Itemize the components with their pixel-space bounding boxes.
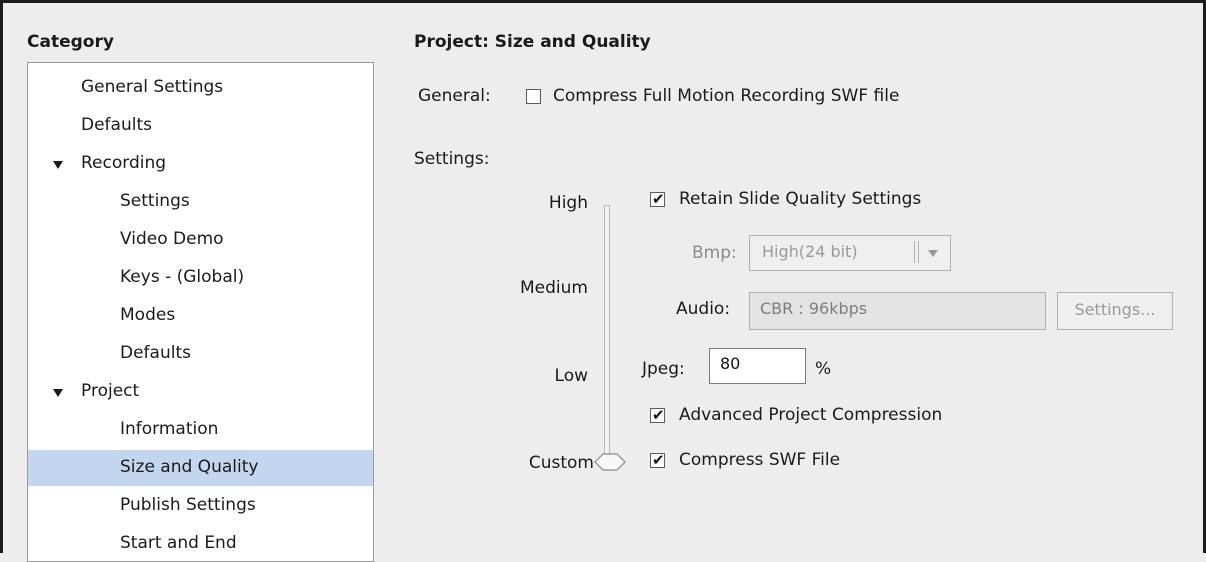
retain-slide-quality-checkbox[interactable]: ✔: [650, 190, 665, 208]
checkmark-icon: ✔: [652, 190, 665, 208]
bmp-select-value: High(24 bit): [762, 242, 858, 261]
quality-level-high: High: [548, 193, 588, 213]
tree-item-label: General Settings: [81, 77, 224, 97]
tree-item-information[interactable]: Information: [28, 412, 373, 448]
compress-full-motion-checkbox[interactable]: [526, 89, 541, 104]
expand-triangle-icon[interactable]: [53, 161, 63, 169]
quality-slider-thumb[interactable]: [594, 453, 626, 471]
tree-item-start-and-end[interactable]: Start and End: [28, 526, 373, 562]
window-frame-left: [0, 0, 3, 553]
quality-level-custom: Custom: [528, 453, 594, 473]
compress-swf-checkbox[interactable]: ✔: [650, 451, 665, 469]
quality-slider-track[interactable]: [604, 205, 610, 461]
checkmark-icon: ✔: [652, 406, 665, 424]
tree-item-label: Defaults: [81, 115, 152, 135]
tree-item-label: Publish Settings: [120, 495, 256, 515]
audio-field[interactable]: CBR : 96kbps: [749, 292, 1046, 330]
compress-full-motion-label[interactable]: Compress Full Motion Recording SWF file: [553, 86, 899, 106]
window-frame-top: [0, 0, 1206, 3]
tree-item-label: Defaults: [120, 343, 191, 363]
jpeg-quality-input[interactable]: 80: [709, 348, 806, 384]
tree-item-size-and-quality[interactable]: Size and Quality: [28, 450, 373, 486]
tree-item-publish-settings[interactable]: Publish Settings: [28, 488, 373, 524]
tree-item-defaults[interactable]: Defaults: [28, 336, 373, 372]
tree-item-label: Size and Quality: [120, 457, 259, 477]
tree-item-label: Project: [81, 381, 140, 401]
tree-item-keys-global[interactable]: Keys - (Global): [28, 260, 373, 296]
page-title: Project: Size and Quality: [414, 32, 651, 52]
tree-item-label: Recording: [81, 153, 167, 173]
general-label: General:: [418, 86, 491, 106]
checkmark-icon: ✔: [652, 451, 665, 469]
tree-item-label: Settings: [120, 191, 190, 211]
bmp-label: Bmp:: [692, 243, 737, 263]
audio-field-value: CBR : 96kbps: [760, 299, 868, 318]
tree-item-defaults[interactable]: Defaults: [28, 108, 373, 144]
category-tree[interactable]: General Settings Defaults Recording Setting…: [27, 62, 374, 562]
tree-item-label: Modes: [120, 305, 176, 325]
audio-settings-button[interactable]: Settings...: [1057, 292, 1173, 330]
tree-item-label: Information: [120, 419, 219, 439]
jpeg-unit: %: [815, 359, 832, 379]
tree-item-recording[interactable]: Recording: [28, 146, 373, 182]
chevron-down-icon: [928, 250, 938, 257]
tree-item-settings[interactable]: Settings: [28, 184, 373, 220]
tree-item-project[interactable]: Project: [28, 374, 373, 410]
bmp-select[interactable]: High(24 bit): [749, 235, 951, 271]
quality-level-medium: Medium: [520, 278, 588, 298]
bmp-select-divider: [914, 241, 919, 263]
compress-swf-label[interactable]: Compress SWF File: [679, 450, 840, 470]
tree-item-label: Keys - (Global): [120, 267, 245, 287]
quality-level-low: Low: [554, 366, 588, 386]
expand-triangle-icon[interactable]: [53, 389, 63, 397]
tree-item-label: Start and End: [120, 533, 237, 553]
tree-item-general-settings[interactable]: General Settings: [28, 70, 373, 106]
advanced-compression-checkbox[interactable]: ✔: [650, 406, 665, 424]
settings-label: Settings:: [414, 149, 490, 169]
jpeg-label: Jpeg:: [642, 359, 685, 379]
tree-item-video-demo[interactable]: Video Demo: [28, 222, 373, 258]
retain-slide-quality-label[interactable]: Retain Slide Quality Settings: [679, 189, 921, 209]
advanced-compression-label[interactable]: Advanced Project Compression: [679, 405, 942, 425]
audio-label: Audio:: [676, 299, 731, 319]
tree-item-modes[interactable]: Modes: [28, 298, 373, 334]
category-heading: Category: [27, 32, 114, 52]
jpeg-quality-value: 80: [720, 354, 741, 373]
tree-item-label: Video Demo: [120, 229, 224, 249]
